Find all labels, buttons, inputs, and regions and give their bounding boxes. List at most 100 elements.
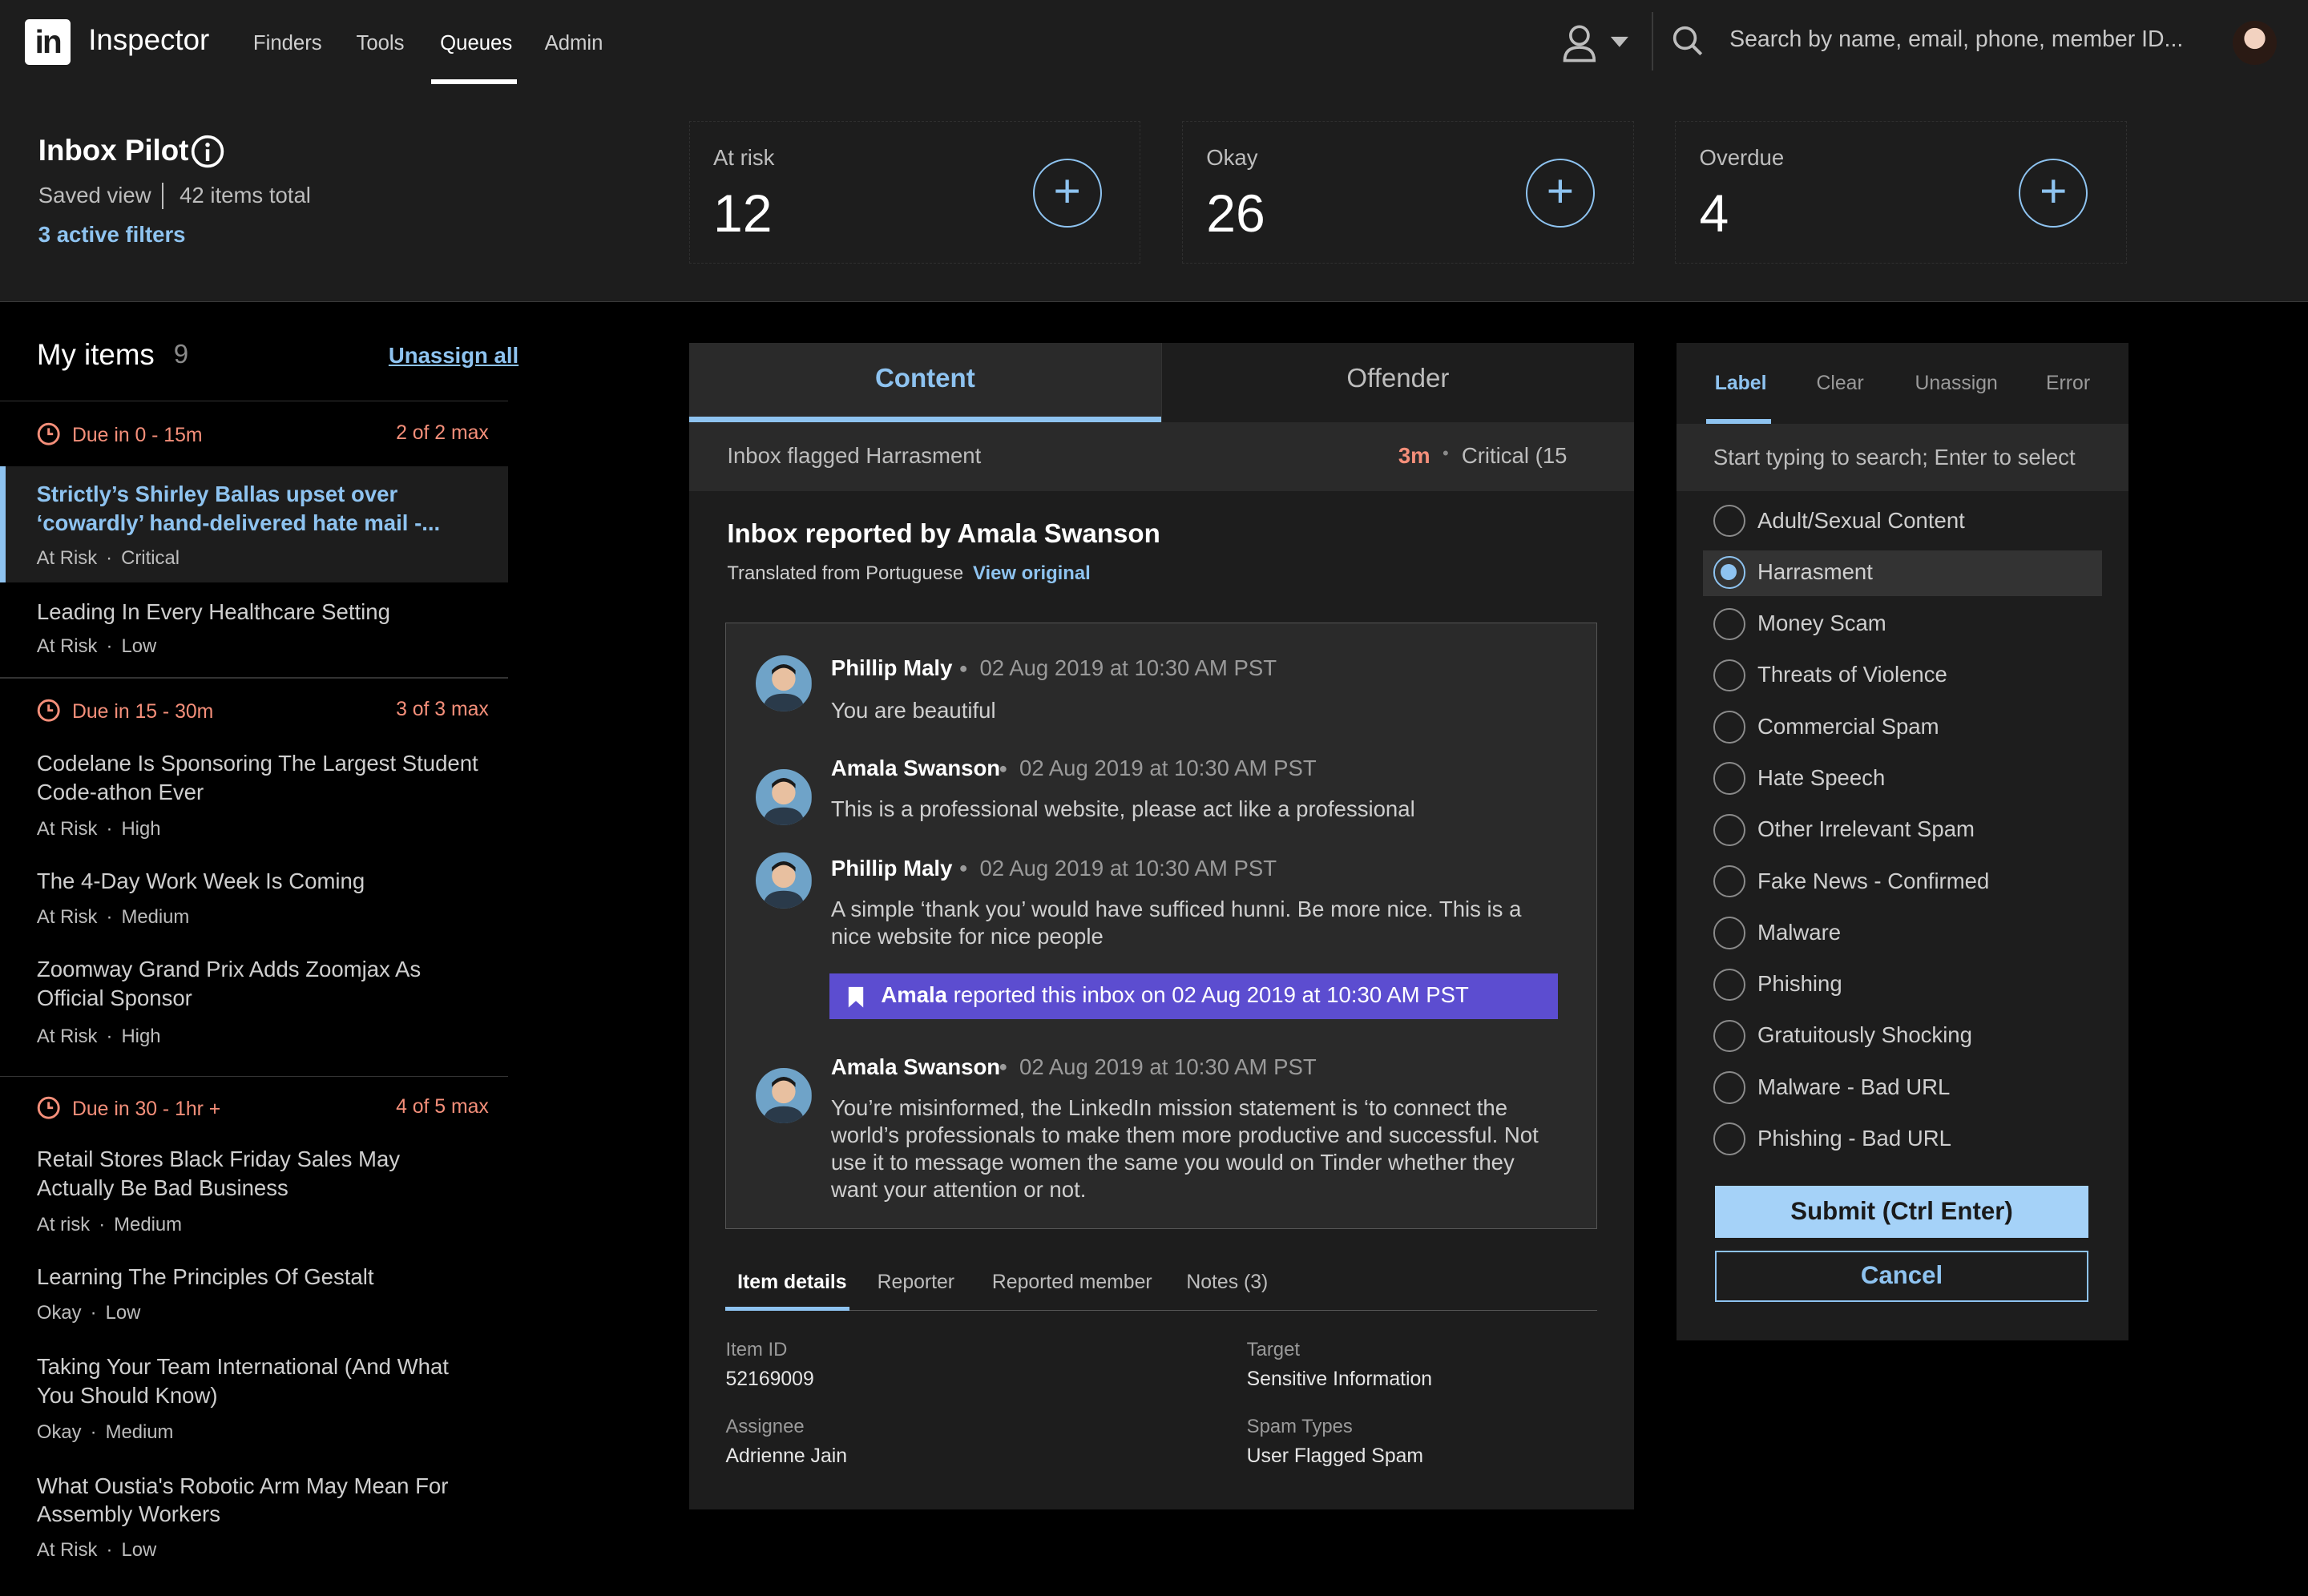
item-meta: At Risk · High (36, 818, 161, 840)
add-at-risk-button[interactable]: + (1032, 158, 1102, 228)
due-group-header: Due in 15 - 30m (37, 699, 213, 723)
item-meta: At Risk · Low (36, 1539, 157, 1562)
message-body: You are beautiful (830, 697, 996, 723)
label-option[interactable]: Other Irrelevant Spam (1703, 808, 2102, 853)
add-okay-button[interactable]: + (1525, 158, 1596, 228)
flag-summary-row: Inbox flagged Harrasment 3m • Critical (… (688, 422, 1634, 492)
label-option[interactable]: Harrasment (1703, 550, 2102, 596)
radio-button[interactable] (1713, 1019, 1746, 1053)
label-panel: Label Clear Unassign Error Start typing … (1677, 342, 2128, 1341)
conversation-thread: Phillip Maly ● 02 Aug 2019 at 10:30 AM PS… (725, 622, 1597, 1229)
add-overdue-button[interactable]: + (2019, 158, 2088, 228)
tab-unassign[interactable]: Unassign (1915, 373, 1998, 395)
radio-button[interactable] (1713, 504, 1746, 538)
radio-button[interactable] (1713, 711, 1746, 744)
clock-icon (37, 699, 60, 723)
target-label: Target (1246, 1339, 1300, 1361)
view-original-link[interactable]: View original (973, 562, 1091, 585)
label-option[interactable]: Threats of Violence (1703, 653, 2102, 699)
radio-button[interactable] (1713, 917, 1746, 949)
list-item[interactable]: Codelane Is Sponsoring The Largest Stude… (0, 739, 508, 851)
tab-offender[interactable]: Offender (1161, 342, 1634, 423)
radio-button[interactable] (1713, 864, 1746, 898)
tab-error[interactable]: Error (2046, 373, 2090, 395)
message-body: You’re misinformed, the LinkedIn mission… (830, 1094, 1539, 1202)
list-item[interactable]: Learning The Principles Of Gestalt Okay ·… (0, 1252, 508, 1335)
message-date: ● 02 Aug 2019 at 10:30 AM PST (958, 655, 1277, 681)
list-item[interactable]: Strictly’s Shirley Ballas upset over ‘co… (0, 466, 508, 583)
nav-divider (1651, 11, 1653, 71)
radio-button[interactable] (1713, 607, 1746, 640)
tab-notes[interactable]: Notes (3) (1186, 1272, 1268, 1294)
linkedin-logo-icon[interactable]: in (25, 18, 71, 65)
sender-name: Phillip Maly (830, 856, 953, 881)
radio-button[interactable] (1713, 968, 1746, 1001)
message-body: A simple ‘thank you’ would have sufficed… (830, 896, 1522, 949)
nav-link-queues[interactable]: Queues (440, 32, 512, 55)
submit-button[interactable]: Submit (Ctrl Enter) (1714, 1186, 2089, 1238)
info-icon[interactable] (190, 134, 225, 169)
tab-clear[interactable]: Clear (1816, 373, 1863, 395)
tab-label[interactable]: Label (1715, 373, 1767, 395)
list-item[interactable]: Zoomway Grand Prix Adds Zoomjax As Offic… (0, 945, 508, 1057)
list-item[interactable]: What Oustia's Robotic Arm May Mean For A… (0, 1458, 508, 1570)
label-option[interactable]: Phishing (1703, 962, 2102, 1008)
my-items-count: 9 (173, 340, 189, 370)
active-filters-link[interactable]: 3 active filters (38, 222, 186, 248)
nav-link-admin[interactable]: Admin (545, 32, 603, 55)
unassign-all-link[interactable]: Unassign all (389, 343, 518, 369)
item-meta: At Risk · Medium (36, 906, 190, 929)
profile-avatar[interactable] (2233, 20, 2278, 65)
global-search-input[interactable]: Search by name, email, phone, member ID.… (1729, 26, 2183, 53)
radio-button[interactable] (1713, 556, 1746, 589)
item-meta: At Risk · High (36, 1026, 161, 1048)
radio-button[interactable] (1713, 762, 1746, 795)
option-label: Commercial Spam (1757, 713, 1939, 739)
clock-icon (37, 1097, 60, 1119)
tab-content[interactable]: Content (688, 342, 1162, 423)
due-group-header: Due in 30 - 1hr + (37, 1096, 220, 1121)
label-option[interactable]: Fake News - Confirmed (1703, 860, 2102, 905)
flag-time: 3m (1398, 442, 1430, 468)
option-label: Threats of Violence (1757, 662, 1947, 687)
due-label: Due in 0 - 15m (71, 425, 203, 446)
assignee-value: Adrienne Jain (725, 1445, 848, 1467)
label-option[interactable]: Hate Speech (1703, 756, 2102, 802)
message-date: ● 02 Aug 2019 at 10:30 AM PST (999, 1054, 1317, 1080)
radio-button[interactable] (1713, 659, 1746, 692)
label-option[interactable]: Malware (1703, 911, 2102, 957)
label-option[interactable]: Adult/Sexual Content (1703, 499, 2102, 545)
tab-reported-member[interactable]: Reported member (992, 1272, 1152, 1294)
divider (0, 400, 508, 402)
search-icon[interactable] (1672, 25, 1704, 57)
user-menu-button[interactable] (1560, 21, 1634, 65)
radio-button[interactable] (1713, 1122, 1746, 1155)
due-group-header: Due in 0 - 15m (37, 422, 203, 447)
label-search-input[interactable]: Start typing to search; Enter to select (1677, 423, 2128, 492)
label-option[interactable]: Gratuitously Shocking (1703, 1014, 2102, 1059)
label-option[interactable]: Phishing - Bad URL (1703, 1117, 2102, 1163)
list-item[interactable]: The 4-Day Work Week Is Coming At Risk · Me… (0, 856, 508, 939)
tab-item-details[interactable]: Item details (737, 1272, 846, 1294)
radio-button[interactable] (1713, 813, 1746, 847)
nav-link-finders[interactable]: Finders (253, 32, 322, 55)
list-item[interactable]: Retail Stores Black Friday Sales May Act… (0, 1135, 508, 1247)
item-id-label: Item ID (725, 1339, 788, 1361)
label-option[interactable]: Money Scam (1703, 602, 2102, 647)
list-item[interactable]: Taking Your Team International (And What… (0, 1340, 508, 1453)
label-option[interactable]: Commercial Spam (1703, 705, 2102, 751)
item-title: What Oustia's Robotic Arm May Mean For A… (36, 1473, 449, 1527)
nav-link-tools[interactable]: Tools (356, 32, 404, 55)
cancel-button[interactable]: Cancel (1714, 1251, 2089, 1303)
tab-reporter[interactable]: Reporter (878, 1272, 954, 1294)
item-title: The 4-Day Work Week Is Coming (36, 868, 365, 893)
assignee-label: Assignee (725, 1415, 805, 1437)
detail-subtabs: Item details Reporter Reported member No… (725, 1255, 1597, 1312)
item-title: Codelane Is Sponsoring The Largest Stude… (36, 750, 478, 804)
option-label: Other Irrelevant Spam (1757, 816, 1975, 842)
list-item[interactable]: Leading In Every Healthcare Setting At R… (0, 586, 508, 671)
radio-button[interactable] (1713, 1071, 1746, 1104)
label-option[interactable]: Malware - Bad URL (1703, 1066, 2102, 1111)
stat-value: 12 (712, 183, 773, 244)
option-label: Money Scam (1757, 611, 1886, 636)
